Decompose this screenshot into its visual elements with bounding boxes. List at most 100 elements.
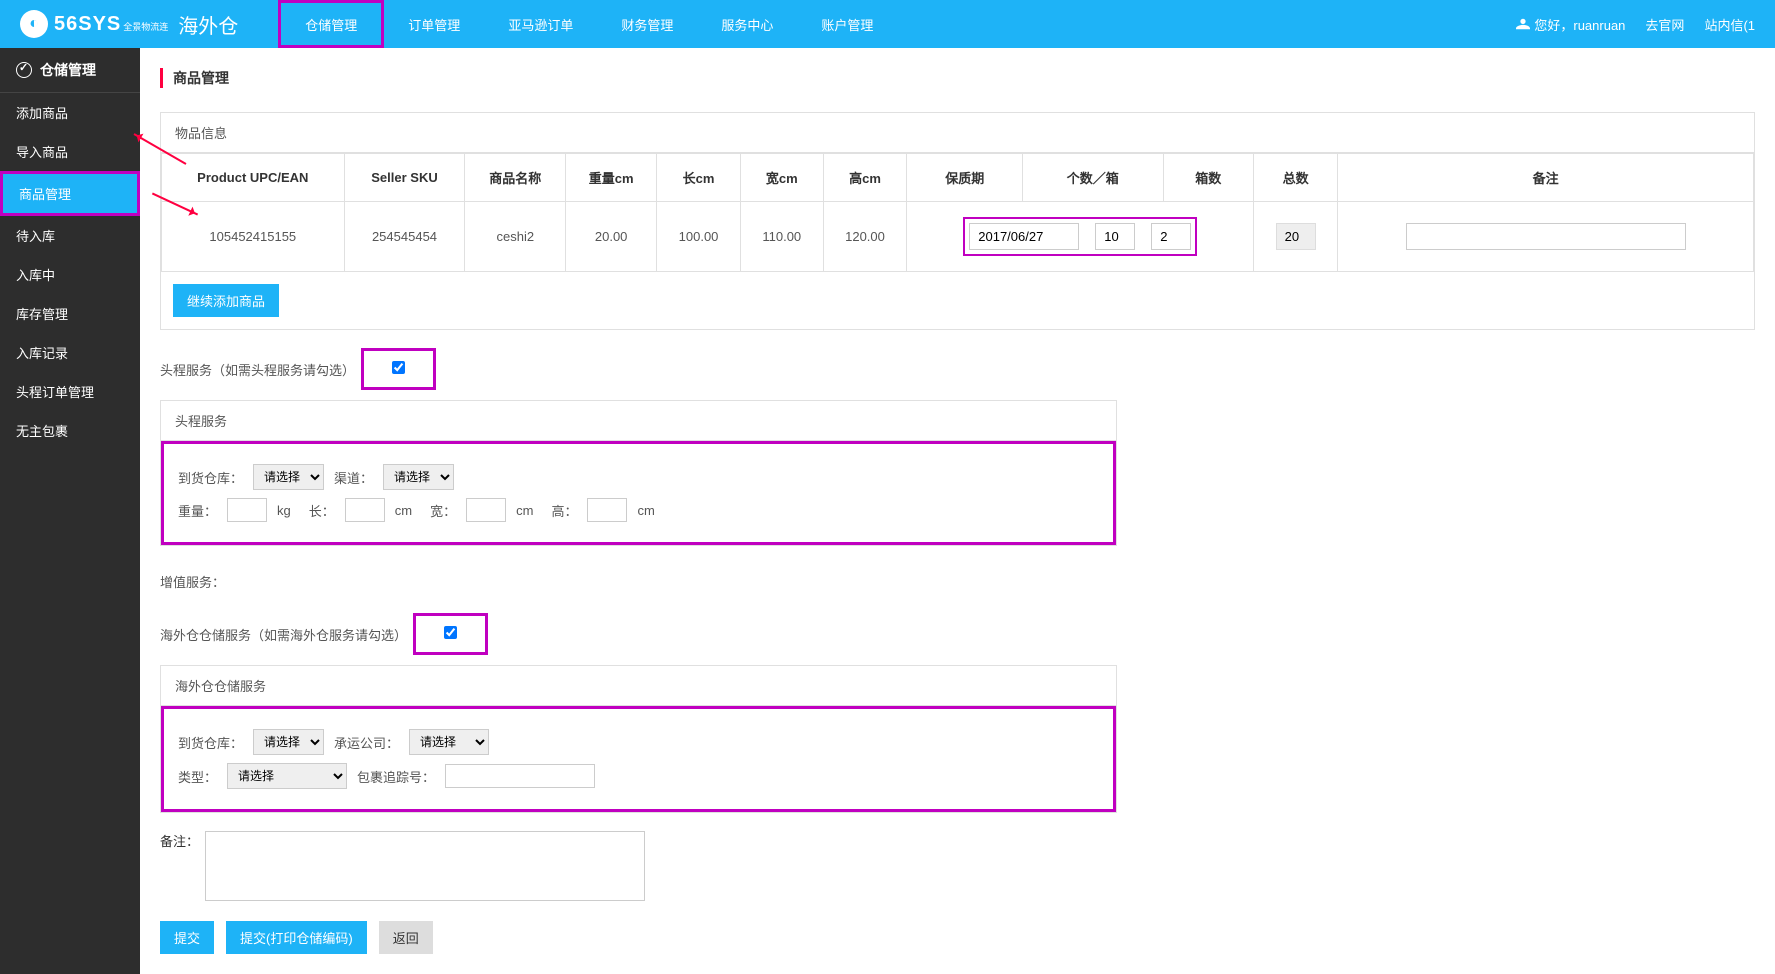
overseas-warehouse-label: 到货仓库： [178, 733, 243, 752]
firstleg-checkbox[interactable] [392, 361, 405, 374]
logo-text: 56SYS [54, 13, 121, 36]
type-label: 类型： [178, 767, 217, 786]
clock-icon [16, 62, 32, 78]
goods-table: Product UPC/EAN Seller SKU 商品名称 重量cm 长cm… [161, 153, 1754, 272]
sidebar-header-label: 仓储管理 [40, 60, 96, 80]
goods-panel-title: 物品信息 [161, 113, 1754, 153]
topbar: ◐ 56SYS 全景物流连 海外仓 仓储管理 订单管理 亚马逊订单 财务管理 服… [0, 0, 1775, 48]
overseas-label-row: 海外仓仓储服务（如需海外仓服务请勾选） [160, 613, 1755, 655]
th-name: 商品名称 [465, 154, 566, 202]
cell-name: ceshi2 [465, 202, 566, 272]
perbox-input[interactable] [1095, 223, 1135, 250]
th-length: 长cm [657, 154, 741, 202]
th-remark: 备注 [1338, 154, 1754, 202]
weight-unit: kg [277, 503, 291, 518]
content: 商品管理 物品信息 Product UPC/EAN Seller SKU 商品名… [140, 48, 1775, 974]
page-title: 商品管理 [160, 68, 1755, 88]
topbar-right: 您好，ruanruan 去官网 站内信(1 [1516, 15, 1755, 34]
topnav-service[interactable]: 服务中心 [697, 0, 797, 48]
sidebar: 仓储管理 添加商品 导入商品 商品管理 待入库 入库中 库存管理 入库记录 头程… [0, 48, 140, 974]
remark-cell-input[interactable] [1406, 223, 1686, 250]
warehouse-label: 到货仓库： [178, 468, 243, 487]
tracking-label: 包裹追踪号： [357, 767, 435, 786]
cell-weight: 20.00 [566, 202, 657, 272]
overseas-body: 到货仓库： 请选择 承运公司： 请选择 类型： 请选择 包裹追踪号： [161, 706, 1116, 812]
remark-textarea[interactable] [205, 831, 645, 901]
carrier-select[interactable]: 请选择 [409, 729, 489, 755]
weight-label: 重量： [178, 501, 217, 520]
firstleg-label: 头程服务（如需头程服务请勾选） [160, 360, 355, 379]
topnav-account[interactable]: 账户管理 [797, 0, 897, 48]
boxes-input[interactable] [1151, 223, 1191, 250]
th-upc: Product UPC/EAN [162, 154, 345, 202]
length-label: 长： [309, 501, 335, 520]
firstleg-label-row: 头程服务（如需头程服务请勾选） [160, 348, 1755, 390]
firstleg-panel: 头程服务 到货仓库： 请选择 渠道： 请选择 重量： kg 长： cm 宽： [160, 400, 1117, 546]
th-boxes: 箱数 [1163, 154, 1254, 202]
th-height: 高cm [823, 154, 907, 202]
firstleg-panel-title: 头程服务 [161, 401, 1116, 441]
weight-input[interactable] [227, 498, 267, 522]
length-input[interactable] [345, 498, 385, 522]
overseas-warehouse-select[interactable]: 请选择 [253, 729, 324, 755]
submit-print-button[interactable]: 提交(打印仓储编码) [226, 921, 367, 954]
logo-icon: ◐ [20, 10, 48, 38]
expiry-input[interactable] [969, 223, 1079, 250]
channel-label: 渠道： [334, 468, 373, 487]
table-row: 105452415155 254545454 ceshi2 20.00 100.… [162, 202, 1754, 272]
logo-cn: 海外仓 [178, 10, 238, 39]
topnav-finance[interactable]: 财务管理 [597, 0, 697, 48]
sidebar-stocking[interactable]: 入库中 [0, 255, 140, 294]
back-button[interactable]: 返回 [379, 921, 433, 954]
messages-link[interactable]: 站内信(1 [1704, 15, 1755, 34]
sidebar-inventory[interactable]: 库存管理 [0, 294, 140, 333]
add-product-button[interactable]: 继续添加商品 [173, 284, 279, 317]
sidebar-add-product[interactable]: 添加商品 [0, 93, 140, 132]
cell-height: 120.00 [823, 202, 907, 272]
cell-length: 100.00 [657, 202, 741, 272]
official-link[interactable]: 去官网 [1645, 15, 1684, 34]
cell-sku: 254545454 [344, 202, 465, 272]
sidebar-firstleg-order[interactable]: 头程订单管理 [0, 372, 140, 411]
sidebar-stock-record[interactable]: 入库记录 [0, 333, 140, 372]
overseas-panel-title: 海外仓仓储服务 [161, 666, 1116, 706]
warehouse-select[interactable]: 请选择 [253, 464, 324, 490]
th-total: 总数 [1254, 154, 1338, 202]
sidebar-pending-stock[interactable]: 待入库 [0, 216, 140, 255]
sidebar-unclaimed[interactable]: 无主包裹 [0, 411, 140, 450]
th-expiry: 保质期 [907, 154, 1023, 202]
overseas-panel: 海外仓仓储服务 到货仓库： 请选择 承运公司： 请选择 类型： 请选择 包裹追踪… [160, 665, 1117, 813]
type-select[interactable]: 请选择 [227, 763, 347, 789]
sidebar-product-manage[interactable]: 商品管理 [0, 171, 140, 216]
firstleg-checkbox-highlight [361, 348, 436, 390]
logo-sub1: 全景物流连 [123, 23, 168, 32]
th-weight: 重量cm [566, 154, 657, 202]
width-label: 宽： [430, 501, 456, 520]
th-width: 宽cm [740, 154, 823, 202]
channel-select[interactable]: 请选择 [383, 464, 454, 490]
overseas-checkbox-highlight [413, 613, 488, 655]
sidebar-import-product[interactable]: 导入商品 [0, 132, 140, 171]
user-greeting: 您好，ruanruan [1516, 15, 1625, 34]
topnav-order[interactable]: 订单管理 [384, 0, 484, 48]
th-sku: Seller SKU [344, 154, 465, 202]
overseas-checkbox[interactable] [444, 626, 457, 639]
th-perbox: 个数／箱 [1022, 154, 1163, 202]
value-added-label: 增值服务： [160, 564, 1755, 599]
goods-panel: 物品信息 Product UPC/EAN Seller SKU 商品名称 重量c… [160, 112, 1755, 330]
greeting-text: 您好，ruanruan [1534, 15, 1625, 34]
logo[interactable]: ◐ 56SYS 全景物流连 海外仓 [20, 10, 238, 39]
topnav-amazon[interactable]: 亚马逊订单 [484, 0, 597, 48]
height-label: 高： [551, 501, 577, 520]
height-input[interactable] [587, 498, 627, 522]
width-input[interactable] [466, 498, 506, 522]
firstleg-body: 到货仓库： 请选择 渠道： 请选择 重量： kg 长： cm 宽： cm 高： [161, 441, 1116, 545]
height-unit: cm [637, 503, 654, 518]
width-unit: cm [516, 503, 533, 518]
bottom-buttons: 提交 提交(打印仓储编码) 返回 [160, 921, 1755, 954]
tracking-input[interactable] [445, 764, 595, 788]
sidebar-header: 仓储管理 [0, 48, 140, 93]
submit-button[interactable]: 提交 [160, 921, 214, 954]
total-input [1276, 223, 1316, 250]
topnav-warehouse[interactable]: 仓储管理 [278, 0, 384, 48]
